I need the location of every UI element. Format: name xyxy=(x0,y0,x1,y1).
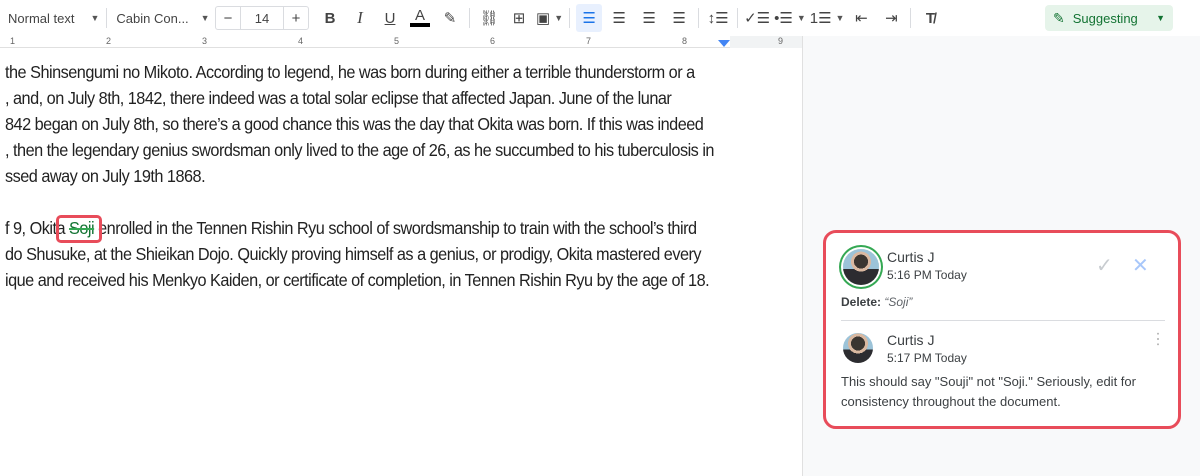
align-center-icon[interactable]: ☰ xyxy=(606,4,632,32)
text-line: ssed away on July 19th 1868. xyxy=(5,166,206,186)
text-color-icon[interactable]: A xyxy=(407,4,433,32)
add-comment-icon[interactable]: ⊞ xyxy=(506,4,532,32)
increase-indent-icon[interactable]: ⇥ xyxy=(878,4,904,32)
chevron-down-icon: ▼ xyxy=(1156,13,1165,23)
divider xyxy=(841,320,1165,321)
text-line: the Shinsengumi no Mikoto. According to … xyxy=(5,62,695,82)
chevron-down-icon: ▼ xyxy=(90,13,100,23)
author-name: Curtis J xyxy=(887,332,935,348)
mode-label: Suggesting xyxy=(1072,10,1138,26)
checklist-icon[interactable]: ✓☰ xyxy=(744,4,770,32)
ruler-mark: 5 xyxy=(394,36,400,46)
ruler[interactable]: 1 2 3 4 5 6 7 8 9 xyxy=(0,36,802,48)
justify-icon[interactable]: ☰ xyxy=(666,4,692,32)
link-icon[interactable]: ⛓ xyxy=(476,4,502,32)
align-right-icon[interactable]: ☰ xyxy=(636,4,662,32)
decrease-size-button[interactable]: − xyxy=(216,7,240,29)
bold-icon[interactable]: B xyxy=(317,4,343,32)
align-left-icon[interactable]: ☰ xyxy=(576,4,603,32)
chevron-down-icon: ▼ xyxy=(796,13,806,23)
divider xyxy=(698,8,700,28)
underline-icon[interactable]: U xyxy=(377,4,403,32)
text-line: 842 began on July 8th, so there’s a good… xyxy=(5,114,704,134)
mode-select[interactable]: ✎ Suggesting ▼ xyxy=(1045,5,1173,31)
divider xyxy=(106,8,107,28)
ruler-mark: 8 xyxy=(682,36,688,46)
document-body[interactable]: the Shinsengumi no Mikoto. According to … xyxy=(0,48,802,476)
text-line: ique and received his Menkyo Kaiden, or … xyxy=(5,270,710,290)
clear-formatting-icon[interactable]: T̸ xyxy=(917,4,943,32)
ruler-mark: 4 xyxy=(298,36,304,46)
style-select[interactable]: Normal text ▼ xyxy=(2,4,100,32)
highlight-annotation xyxy=(56,215,102,243)
toolbar: Normal text ▼ Cabin Con... ▼ − 14 + B I U … xyxy=(0,0,1200,36)
text-line: , then the legendary genius swordsman on… xyxy=(5,140,714,160)
insert-image-icon[interactable]: ▣ ▼ xyxy=(536,4,563,32)
chevron-down-icon: ▼ xyxy=(835,13,845,23)
ruler-mark: 6 xyxy=(490,36,496,46)
text-line: f 9, Okita Soji enrolled in the Tennen R… xyxy=(5,218,697,239)
ruler-mark: 9 xyxy=(778,36,784,46)
divider xyxy=(910,8,912,28)
chevron-down-icon: ▼ xyxy=(554,13,564,23)
ruler-margin xyxy=(730,36,802,48)
font-select[interactable]: Cabin Con... ▼ xyxy=(113,4,213,32)
avatar xyxy=(843,333,873,363)
accept-check-icon[interactable]: ✓ xyxy=(1096,253,1113,278)
ruler-mark: 2 xyxy=(106,36,112,46)
delete-label: Delete: xyxy=(841,295,882,309)
bulleted-list-icon[interactable]: •☰ ▼ xyxy=(774,4,806,32)
author-name: Curtis J xyxy=(887,249,935,265)
increase-size-button[interactable]: + xyxy=(284,7,308,29)
highlight-pen-icon[interactable]: ✎ xyxy=(437,4,463,32)
color-swatch xyxy=(410,23,430,27)
font-size-stepper: − 14 + xyxy=(215,6,309,30)
numbered-list-icon[interactable]: 1☰ ▼ xyxy=(810,4,845,32)
ruler-mark: 3 xyxy=(202,36,208,46)
more-options-icon[interactable]: ⋯ xyxy=(1149,331,1166,347)
deleted-text: “Soji” xyxy=(884,295,913,309)
suggestion-card[interactable]: Curtis J 5:16 PM Today ✓ ✕ Delete: “Soji… xyxy=(823,230,1181,429)
timestamp: 5:17 PM Today xyxy=(887,351,967,365)
divider xyxy=(569,8,571,28)
line-spacing-icon[interactable]: ↕☰ xyxy=(705,4,731,32)
italic-icon[interactable]: I xyxy=(347,4,373,32)
right-indent-marker[interactable] xyxy=(718,40,730,47)
comment-text: This should say "Souji" not "Soji." Seri… xyxy=(841,374,1136,409)
divider xyxy=(737,8,739,28)
avatar xyxy=(843,249,879,285)
font-size-input[interactable]: 14 xyxy=(240,7,284,29)
text-span: enrolled in the Tennen Rishin Ryu school… xyxy=(94,218,697,238)
suggest-edit-icon: ✎ xyxy=(1053,9,1065,26)
ruler-mark: 1 xyxy=(10,36,16,46)
reject-close-icon[interactable]: ✕ xyxy=(1132,253,1149,278)
text-line: , and, on July 8th, 1842, there indeed w… xyxy=(5,88,672,108)
divider xyxy=(469,8,470,28)
text-line: do Shusuke, at the Shieikan Dojo. Quickl… xyxy=(5,244,702,264)
decrease-indent-icon[interactable]: ⇤ xyxy=(848,4,874,32)
font-label: Cabin Con... xyxy=(116,10,189,26)
ruler-mark: 7 xyxy=(586,36,592,46)
timestamp: 5:16 PM Today xyxy=(887,268,967,282)
chevron-down-icon: ▼ xyxy=(200,13,210,23)
style-label: Normal text xyxy=(8,10,75,26)
